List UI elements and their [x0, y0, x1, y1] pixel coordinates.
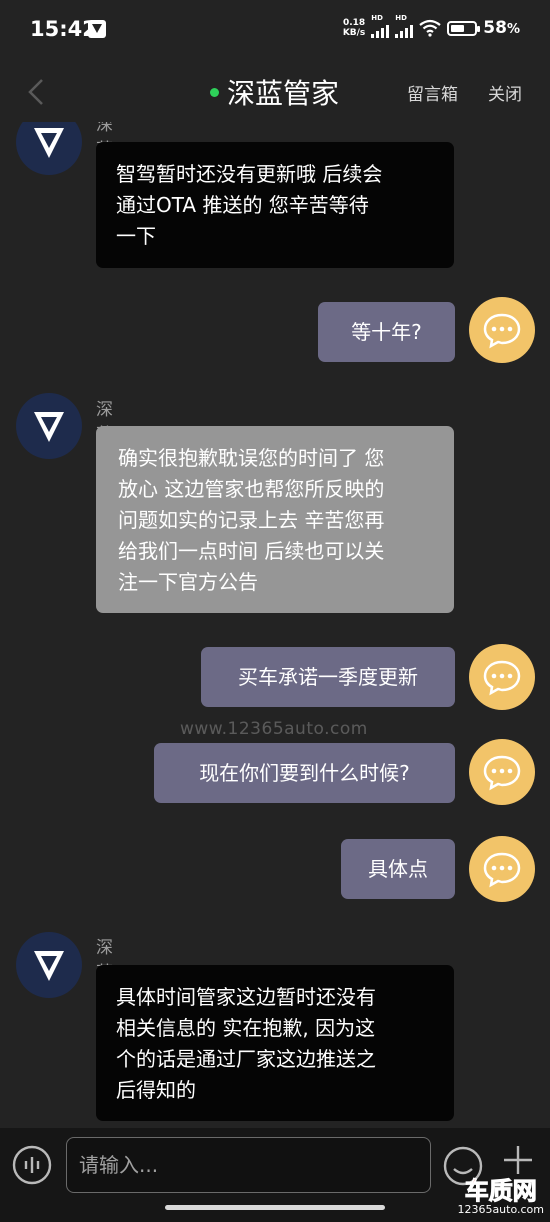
bot-avatar: [16, 932, 82, 998]
status-time: 15:42: [30, 17, 97, 41]
close-link[interactable]: 关闭: [488, 80, 522, 105]
page-title: 深蓝管家: [210, 72, 339, 112]
chat-screen: 15:42 0.18 KB/s HD HD 58% 深蓝管家 留言箱 关闭 深 …: [0, 0, 550, 1222]
bot-avatar: [16, 393, 82, 459]
signal-2-icon: HD: [395, 14, 414, 38]
user-avatar: [469, 836, 535, 902]
message-bubble: 等十年?: [318, 302, 455, 362]
message-box-link[interactable]: 留言箱: [407, 80, 458, 105]
chat-history[interactable]: 深蓝管家 智驾暂时还没有更新哦 后续会 通过OTA 推送的 您辛苦等待 一下 等…: [0, 122, 550, 1128]
network-speed-value: 0.18: [342, 18, 366, 28]
wifi-icon: [419, 19, 441, 37]
message-bubble: 具体时间管家这边暂时还没有 相关信息的 实在抱歉, 因为这 个的话是通过厂家这边…: [96, 965, 454, 1121]
status-bar: 15:42 0.18 KB/s HD HD 58%: [0, 0, 550, 60]
status-indicators: 0.18 KB/s HD HD 58%: [343, 14, 520, 38]
signal-1-label: HD: [371, 14, 383, 22]
nav-bar: 深蓝管家 留言箱 关闭: [0, 60, 550, 122]
user-avatar: [469, 644, 535, 710]
battery-percent: 58%: [483, 18, 520, 38]
signal-2-label: HD: [395, 14, 407, 22]
message-input[interactable]: [66, 1137, 431, 1193]
message-bubble: 确实很抱歉耽误您的时间了 您 放心 这边管家也帮您所反映的 问题如实的记录上去 …: [96, 426, 454, 613]
voice-input-icon[interactable]: [12, 1145, 52, 1185]
user-avatar: [469, 739, 535, 805]
online-status-dot: [210, 87, 219, 97]
message-bubble: 智驾暂时还没有更新哦 后续会 通过OTA 推送的 您辛苦等待 一下: [96, 142, 454, 268]
battery-icon: [447, 20, 481, 36]
home-indicator: [165, 1205, 385, 1210]
signal-1-icon: HD: [371, 14, 390, 38]
page-title-text: 深蓝管家: [227, 77, 340, 110]
app-notification-icon: [88, 20, 106, 38]
network-speed-unit: KB/s: [342, 28, 366, 38]
corner-logo-brand: 车质网: [464, 1177, 537, 1205]
battery-fill: [451, 24, 465, 32]
corner-logo-watermark: 车质网 12365auto.com: [457, 1178, 544, 1216]
corner-logo-url: 12365auto.com: [457, 1203, 544, 1216]
message-bubble: 具体点: [341, 839, 455, 899]
bot-avatar: [16, 122, 82, 175]
network-speed: 0.18 KB/s: [343, 18, 365, 38]
site-watermark: www.12365auto.com: [180, 719, 368, 739]
message-bubble: 现在你们要到什么时候?: [154, 743, 455, 803]
plus-icon[interactable]: [502, 1144, 534, 1176]
message-bubble: 买车承诺一季度更新: [201, 647, 455, 707]
user-avatar: [469, 297, 535, 363]
back-arrow-icon[interactable]: [26, 78, 46, 106]
